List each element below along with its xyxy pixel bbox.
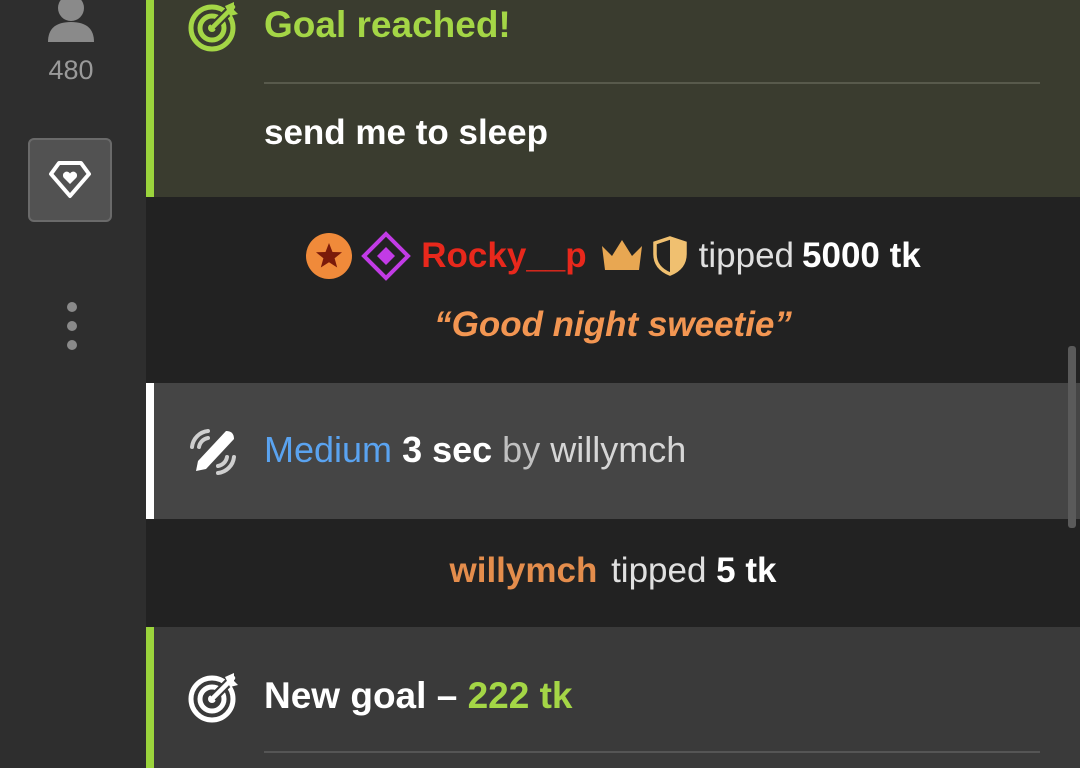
vibe-username[interactable]: willymch xyxy=(550,429,686,470)
tip-line: Rocky__p tipped 5000 tk xyxy=(146,231,1080,281)
tip-message-willymch: willymch tipped 5 tk xyxy=(146,521,1080,625)
tipper-username[interactable]: willymch xyxy=(450,551,598,590)
vibe-message: Medium 3 sec by willymch xyxy=(146,383,1080,519)
tip-line: willymch tipped 5 tk xyxy=(146,551,1080,591)
user-icon xyxy=(48,0,94,42)
new-goal-title: New goal – 222 tk xyxy=(264,675,572,717)
goal-reached-message: Goal reached! send me to sleep xyxy=(146,0,1080,197)
diamond-button[interactable] xyxy=(28,138,112,222)
goal-reached-title: Goal reached! xyxy=(264,4,511,45)
tip-message-text: “Good night sweetie” xyxy=(434,305,792,344)
vibe-by: by xyxy=(502,429,541,470)
tip-amount: 5 tk xyxy=(716,551,777,590)
new-goal-label: New goal – xyxy=(264,675,458,716)
more-options-button[interactable] xyxy=(56,300,88,352)
tipper-username[interactable]: Rocky__p xyxy=(421,236,586,276)
vibe-duration: 3 sec xyxy=(402,429,493,470)
vibe-level: Medium xyxy=(264,429,393,470)
shield-icon xyxy=(652,236,687,276)
chat-app: 480 Goal reached! send me to sleep Rocky… xyxy=(0,0,1080,768)
viewer-count: 480 xyxy=(48,55,94,85)
diamond-level-icon xyxy=(361,231,412,281)
dot xyxy=(67,340,77,350)
crown-icon xyxy=(601,240,642,270)
new-goal-amount: 222 tk xyxy=(467,675,573,716)
dot xyxy=(67,321,77,331)
tip-action: tipped xyxy=(611,551,707,590)
goal-description: send me to sleep xyxy=(264,113,548,152)
sidebar: 480 xyxy=(0,0,146,768)
dot xyxy=(67,302,77,312)
tip-message-rocky: Rocky__p tipped 5000 tk “Good night swee… xyxy=(146,199,1080,381)
target-arrow-icon xyxy=(188,673,238,723)
divider xyxy=(264,751,1040,753)
target-arrow-icon xyxy=(188,2,238,52)
tip-amount: 5000 tk xyxy=(802,236,921,275)
chat-feed: Goal reached! send me to sleep Rocky__p xyxy=(146,0,1080,768)
divider xyxy=(264,82,1040,84)
viewer-counter: 480 xyxy=(0,0,146,90)
scrollbar[interactable] xyxy=(1068,346,1076,528)
tip-action: tipped xyxy=(698,236,795,275)
vibration-icon xyxy=(190,429,236,475)
vibe-line: Medium 3 sec by willymch xyxy=(264,429,686,471)
diamond-heart-icon xyxy=(49,161,91,198)
new-goal-message: New goal – 222 tk xyxy=(146,627,1080,768)
star-rank-icon xyxy=(306,233,353,279)
